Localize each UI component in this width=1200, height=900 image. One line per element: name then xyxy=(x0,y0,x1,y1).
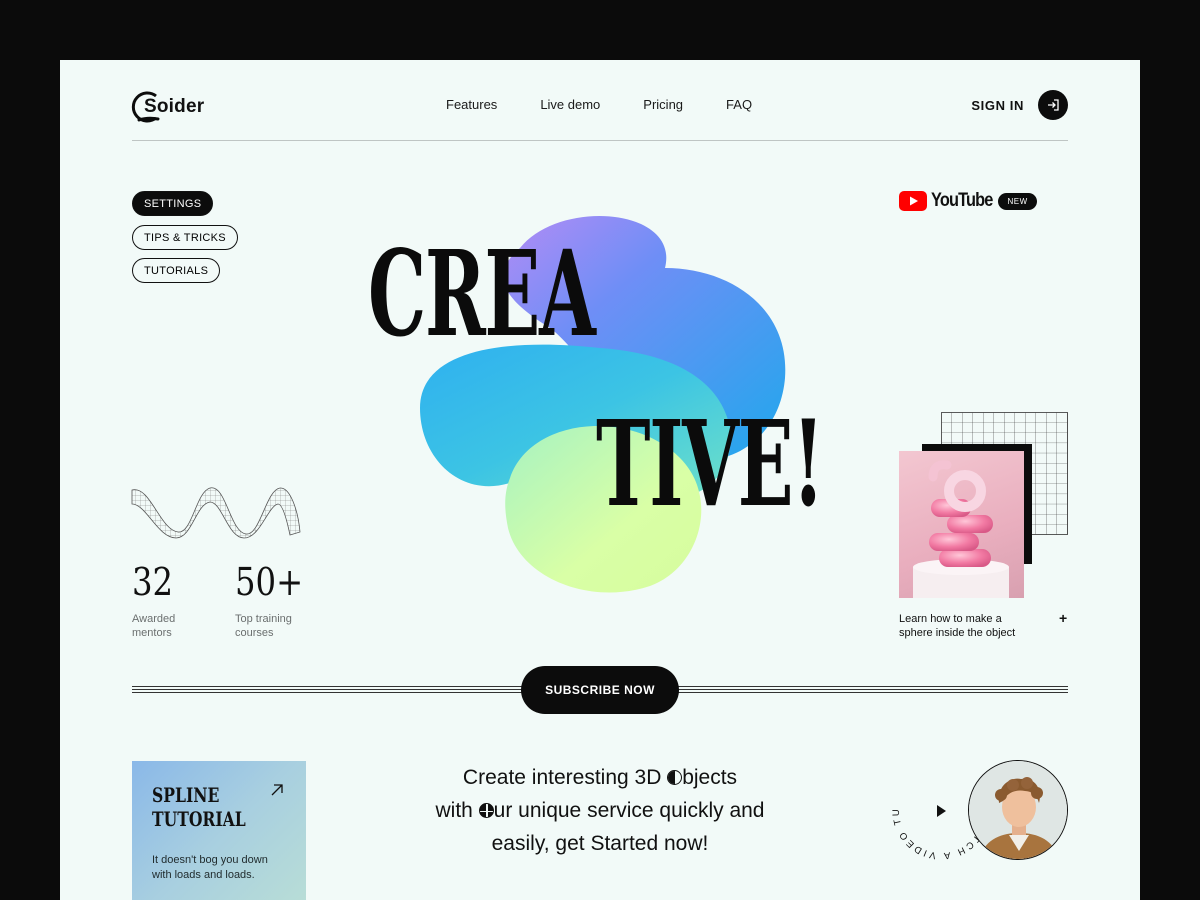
learn-sphere-text: Learn how to make a sphere inside the ob… xyxy=(899,612,1039,640)
new-badge: NEW xyxy=(998,192,1037,210)
tagline-line2: with ur unique service quickly and xyxy=(400,794,800,827)
nav-live-demo[interactable]: Live demo xyxy=(540,97,600,112)
tagline-line2-end: ur unique service quickly and xyxy=(493,799,765,822)
brand-name: Soider xyxy=(144,96,205,117)
landing-page: Soider Features Live demo Pricing FAQ SI… xyxy=(60,60,1140,900)
half-circle-o-icon xyxy=(667,770,683,785)
stat-mentors-label: Awarded mentors xyxy=(132,612,212,640)
youtube-play-icon xyxy=(899,191,927,211)
spline-title: SPLINE TUTORIAL xyxy=(152,783,261,831)
sign-in-button[interactable]: SIGN IN xyxy=(971,90,1068,120)
arrow-up-right-icon[interactable] xyxy=(270,783,284,797)
youtube-wordmark: YouTube xyxy=(931,190,993,211)
wireframe-wave-graphic xyxy=(131,487,301,539)
header-divider xyxy=(132,140,1068,141)
spline-title-line1: SPLINE xyxy=(152,783,220,807)
tagline-line3: easily, get Started now! xyxy=(491,832,709,855)
hero-headline-line1: CREA xyxy=(368,224,596,363)
learn-sphere-line2: sphere inside the object xyxy=(899,627,1016,639)
pill-tutorials[interactable]: TUTORIALS xyxy=(132,258,221,283)
pink-3d-object-image[interactable] xyxy=(899,451,1024,598)
sign-in-icon-button[interactable] xyxy=(1038,90,1068,120)
spline-desc-line1: It doesn't bog you down xyxy=(152,854,268,866)
stat-courses-value: 50+ xyxy=(235,560,304,604)
tagline-line1-end: bjects xyxy=(682,766,738,789)
expand-plus-button[interactable]: + xyxy=(1059,610,1067,626)
hero-headline-line2: TIVE! xyxy=(596,394,824,533)
tutor-avatar[interactable] xyxy=(968,760,1068,860)
stat-mentors-label-line1: Awarded xyxy=(132,613,176,625)
stat-courses-label-line1: Top training xyxy=(235,613,292,625)
tagline: Create interesting 3D bjects with ur uni… xyxy=(400,761,800,860)
subscribe-now-button[interactable]: SUBSCRIBE NOW xyxy=(521,666,679,714)
play-triangle-icon xyxy=(937,805,946,817)
youtube-badge[interactable]: YouTube NEW xyxy=(899,190,1037,212)
spline-desc-line2: with loads and loads. xyxy=(152,869,255,881)
spline-title-line2: TUTORIAL xyxy=(152,807,246,831)
brand-logo[interactable]: Soider xyxy=(130,90,204,124)
nav-pricing[interactable]: Pricing xyxy=(643,97,683,112)
stat-mentors-label-line2: mentors xyxy=(132,627,172,639)
nav-features[interactable]: Features xyxy=(446,97,497,112)
quartered-circle-o-icon xyxy=(478,803,494,818)
spline-description: It doesn't bog you down with loads and l… xyxy=(152,853,286,883)
main-nav: Features Live demo Pricing FAQ xyxy=(446,97,795,112)
nav-faq[interactable]: FAQ xyxy=(726,97,752,112)
tagline-line2-start: with xyxy=(435,799,479,822)
pill-settings[interactable]: SETTINGS xyxy=(132,191,214,216)
learn-sphere-line1: Learn how to make a xyxy=(899,613,1002,625)
sign-in-label: SIGN IN xyxy=(971,97,1024,113)
login-arrow-icon xyxy=(1048,99,1059,111)
tagline-line1-start: Create interesting 3D xyxy=(462,766,668,789)
stat-courses-label: Top training courses xyxy=(235,612,315,640)
spline-tutorial-card[interactable]: SPLINE TUTORIAL It doesn't bog you down … xyxy=(132,761,306,900)
tagline-line1: Create interesting 3D bjects xyxy=(400,761,800,794)
pink-3d-sculpture-icon xyxy=(913,460,1009,598)
stat-mentors-value: 32 xyxy=(132,560,174,604)
stat-courses-label-line2: courses xyxy=(235,627,274,639)
person-portrait-icon xyxy=(969,761,1067,859)
pill-tips-tricks[interactable]: TIPS & TRICKS xyxy=(132,225,238,250)
